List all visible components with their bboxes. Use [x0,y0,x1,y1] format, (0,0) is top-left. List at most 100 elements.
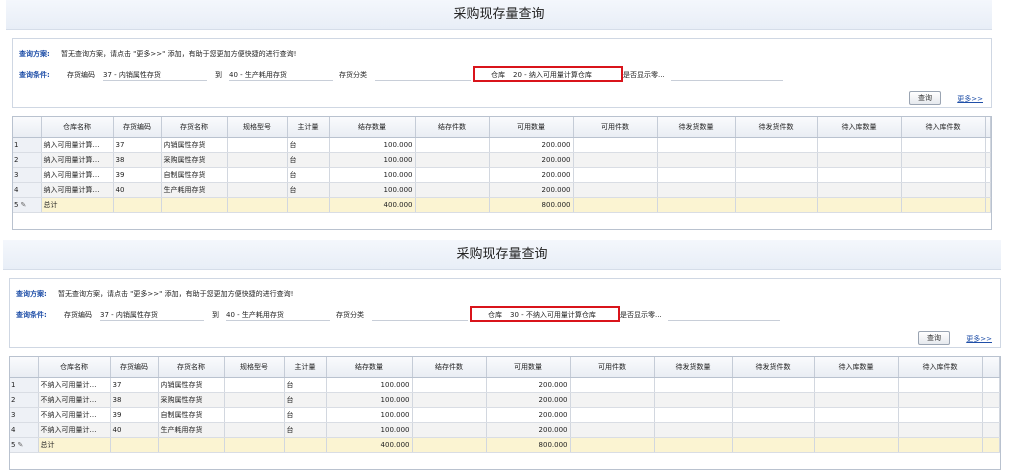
cell-wh[interactable]: 不纳入可用量计… [38,377,111,393]
warehouse-field[interactable]: 20 - 纳入可用量计算仓库 [513,70,592,80]
cell-empty[interactable] [657,152,736,168]
cell-empty[interactable] [985,152,991,168]
cell-wh[interactable]: 纳入可用量计算… [41,182,114,198]
column-header[interactable]: 待发货数量 [657,117,736,138]
cell-code[interactable]: 39 [110,407,159,423]
cell-spec[interactable] [224,377,285,393]
cell-empty[interactable] [732,392,815,408]
query-scheme-label[interactable]: 查询方案: [16,290,47,298]
cell-wh[interactable]: 不纳入可用量计… [38,422,111,438]
cell-empty[interactable] [985,182,991,198]
item-code-from-field[interactable]: 37 - 内销属性存货 [100,310,158,320]
column-header[interactable]: 可用件数 [573,117,658,138]
more-link[interactable]: 更多>> [957,94,983,104]
cell-empty[interactable] [814,392,899,408]
column-header[interactable]: 存货名称 [158,357,225,378]
cell-spec[interactable] [224,407,285,423]
cell-empty[interactable] [817,137,902,153]
cell-empty[interactable] [814,422,899,438]
table-row[interactable]: 4 纳入可用量计算… 40 生产耗用存货 台 100.000 200.000 [13,182,991,198]
cell-empty[interactable] [570,422,655,438]
cell-pcs[interactable] [415,137,490,153]
cell-avail[interactable]: 200.000 [486,392,571,408]
cell-wh[interactable]: 不纳入可用量计… [38,392,111,408]
column-header[interactable]: 规格型号 [227,117,288,138]
category-field[interactable] [375,80,471,81]
show-zero-field[interactable] [668,320,780,321]
cell-empty[interactable] [654,392,733,408]
cell-empty[interactable] [814,407,899,423]
cell-pcs[interactable] [415,182,490,198]
column-header[interactable]: 规格型号 [224,357,285,378]
cell-name[interactable]: 采购属性存货 [161,152,228,168]
cell-empty[interactable] [732,377,815,393]
cell-empty[interactable] [654,422,733,438]
cell-empty[interactable] [732,407,815,423]
cell-empty[interactable] [735,152,818,168]
column-header[interactable]: 结存件数 [415,117,490,138]
cell-empty[interactable] [570,392,655,408]
cell-pcs[interactable] [412,422,487,438]
column-header[interactable]: 可用数量 [486,357,571,378]
cell-empty[interactable] [982,392,1000,408]
column-header[interactable]: 待入库数量 [817,117,902,138]
column-header[interactable]: 可用数量 [489,117,574,138]
category-field[interactable] [372,320,468,321]
column-header[interactable]: 主计量 [284,357,327,378]
table-row[interactable]: 1 不纳入可用量计… 37 内销属性存货 台 100.000 200.000 [10,377,1000,393]
cell-avail[interactable]: 200.000 [486,422,571,438]
cell-code[interactable]: 40 [110,422,159,438]
cell-empty[interactable] [898,377,983,393]
table-row[interactable]: 1 纳入可用量计算… 37 内销属性存货 台 100.000 200.000 [13,137,991,153]
cell-avail[interactable]: 200.000 [489,137,574,153]
cell-avail[interactable]: 200.000 [489,167,574,183]
cell-qty[interactable]: 100.000 [326,407,413,423]
cell-wh[interactable]: 纳入可用量计算… [41,137,114,153]
item-code-to-field[interactable]: 40 - 生产耗用存货 [229,70,287,80]
cell-avail[interactable]: 200.000 [486,377,571,393]
cell-unit[interactable]: 台 [284,392,327,408]
cell-spec[interactable] [224,422,285,438]
more-link[interactable]: 更多>> [966,334,992,344]
column-header[interactable]: 结存数量 [326,357,413,378]
cell-name[interactable]: 内销属性存货 [158,377,225,393]
cell-empty[interactable] [985,167,991,183]
cell-wh[interactable]: 不纳入可用量计… [38,407,111,423]
cell-avail[interactable]: 200.000 [489,152,574,168]
cell-empty[interactable] [654,377,733,393]
column-header[interactable]: 仓库名称 [41,117,114,138]
table-row[interactable]: 2 不纳入可用量计… 38 采购属性存货 台 100.000 200.000 [10,392,1000,408]
cell-pcs[interactable] [412,377,487,393]
cell-qty[interactable]: 100.000 [329,137,416,153]
show-zero-field[interactable] [671,80,783,81]
cell-empty[interactable] [901,137,986,153]
query-scheme-label[interactable]: 查询方案: [19,50,50,58]
cell-empty[interactable] [735,167,818,183]
cell-wh[interactable]: 纳入可用量计算… [41,152,114,168]
cell-empty[interactable] [573,167,658,183]
cell-empty[interactable] [817,182,902,198]
cell-unit[interactable]: 台 [287,137,330,153]
cell-empty[interactable] [901,167,986,183]
item-code-from-field[interactable]: 37 - 内销属性存货 [103,70,161,80]
cell-spec[interactable] [227,167,288,183]
column-header[interactable]: 待发货数量 [654,357,733,378]
cell-code[interactable]: 37 [113,137,162,153]
cell-name[interactable]: 内销属性存货 [161,137,228,153]
cell-empty[interactable] [901,152,986,168]
query-button[interactable]: 查询 [918,331,950,345]
cell-spec[interactable] [227,182,288,198]
table-row[interactable]: 3 不纳入可用量计… 39 自制属性存货 台 100.000 200.000 [10,407,1000,423]
cell-name[interactable]: 自制属性存货 [161,167,228,183]
cell-empty[interactable] [570,377,655,393]
column-header[interactable]: 主计量 [287,117,330,138]
cell-qty[interactable]: 100.000 [329,152,416,168]
column-header[interactable]: 存货名称 [161,117,228,138]
cell-empty[interactable] [573,152,658,168]
cell-pcs[interactable] [412,407,487,423]
cell-qty[interactable]: 100.000 [326,422,413,438]
cell-unit[interactable]: 台 [284,377,327,393]
cell-empty[interactable] [898,422,983,438]
cell-code[interactable]: 38 [110,392,159,408]
column-header[interactable]: 存货编码 [110,357,159,378]
